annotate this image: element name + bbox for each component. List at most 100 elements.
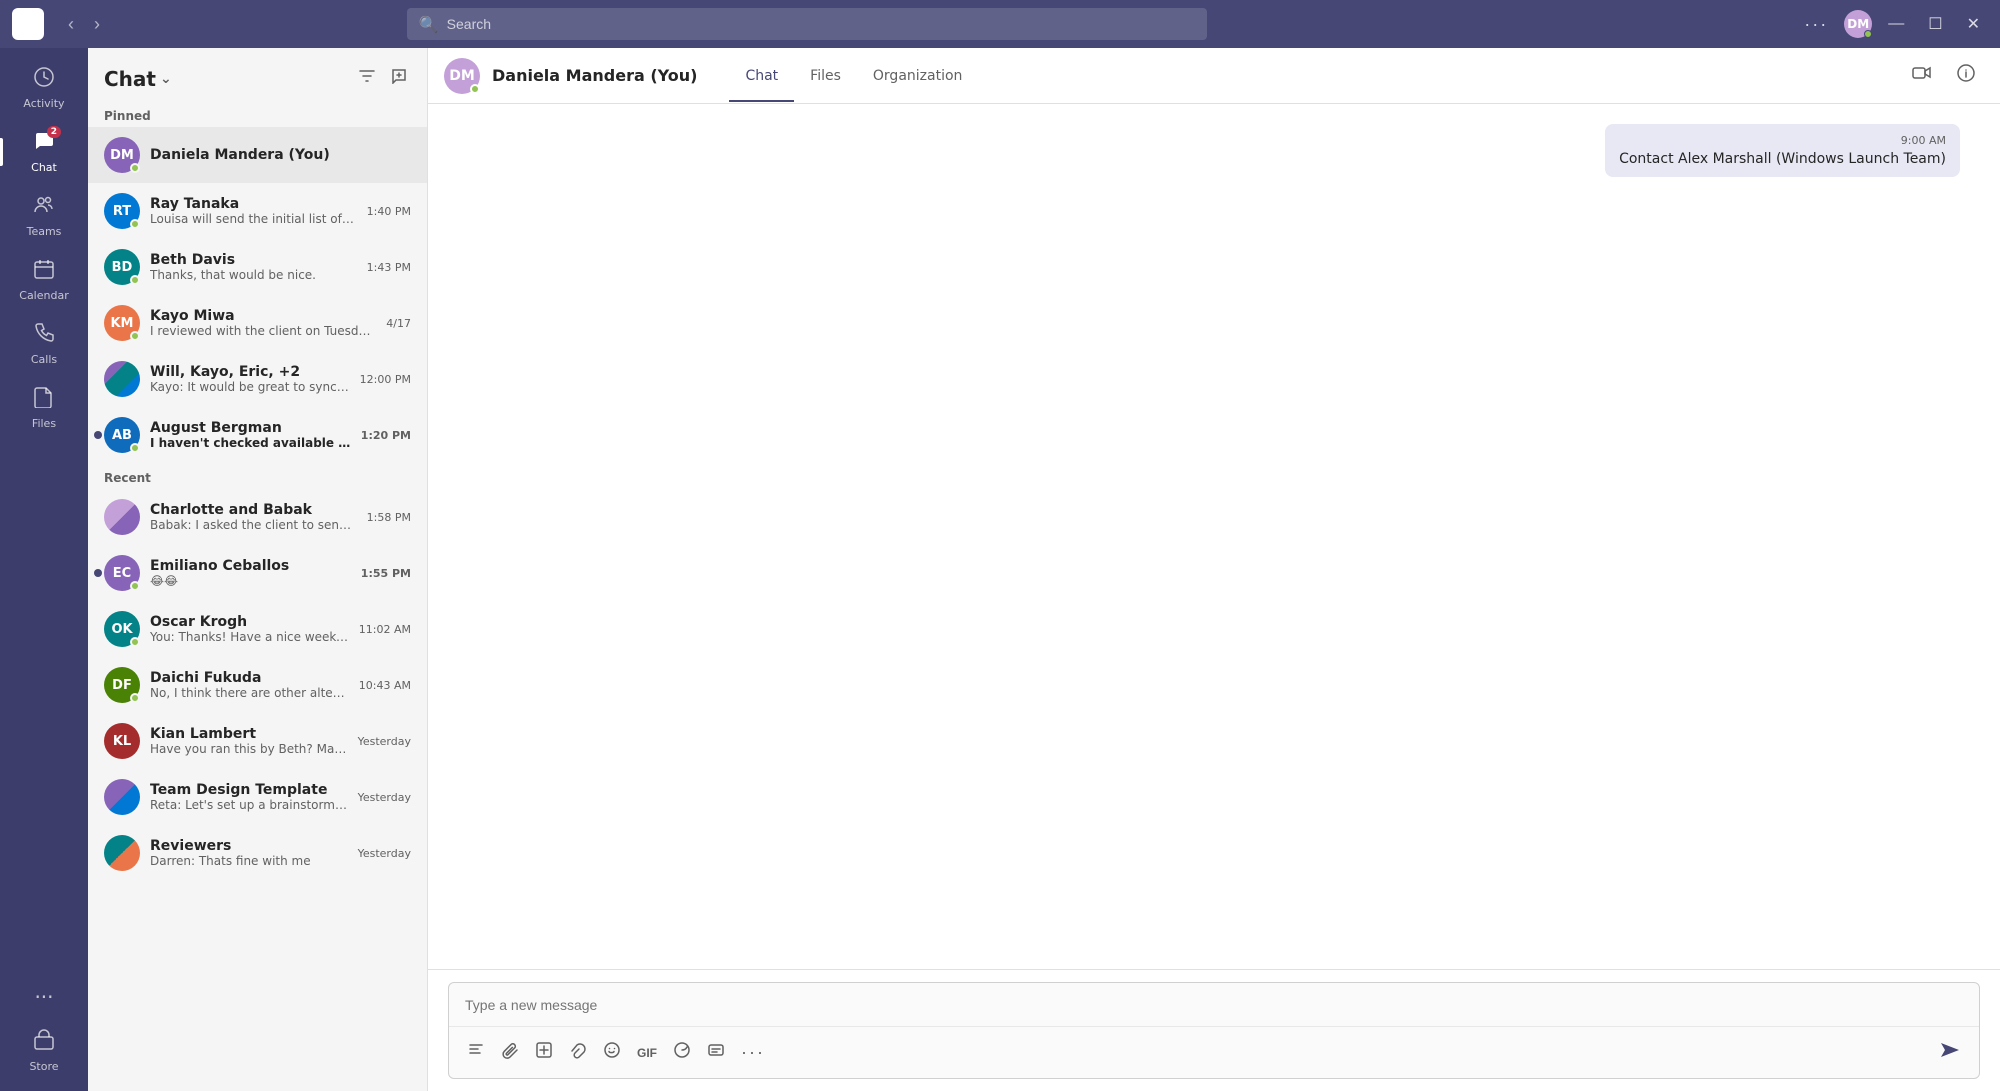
message-toolbar: GIF ··· [449, 1026, 1979, 1078]
sidebar-item-chat-label: Chat [31, 161, 57, 174]
filter-button[interactable] [355, 64, 379, 93]
sidebar-item-store[interactable]: Store [0, 1021, 88, 1081]
list-item[interactable]: Will, Kayo, Eric, +2 Kayo: It would be g… [88, 351, 427, 407]
avatar: KM [104, 305, 140, 341]
teams-icon [33, 194, 55, 221]
format-text-button[interactable] [461, 1037, 491, 1068]
chat-item-info: Daniela Mandera (You) [150, 147, 411, 163]
gif-button[interactable]: GIF [631, 1042, 663, 1064]
send-button[interactable] [1933, 1035, 1967, 1070]
chat-panel-title: Chat ⌄ [104, 67, 172, 91]
chat-header-name: Daniela Mandera (You) [492, 66, 697, 85]
chat-list: Pinned DM Daniela Mandera (You) RT Ray [88, 101, 427, 1091]
store-icon [33, 1029, 55, 1056]
tab-files[interactable]: Files [794, 52, 857, 102]
chat-header-tabs: Chat Files Organization [729, 51, 978, 101]
chat-item-info: Oscar Krogh You: Thanks! Have a nice wee… [150, 614, 349, 644]
chat-header-avatar: DM [444, 58, 480, 94]
search-icon: 🔍 [419, 15, 439, 34]
new-chat-button[interactable] [387, 64, 411, 93]
titlebar-actions: ··· DM — ☐ ✕ [1796, 10, 1988, 39]
list-item[interactable]: AB August Bergman I haven't checked avai… [88, 407, 427, 463]
status-dot [130, 637, 140, 647]
avatar: BD [104, 249, 140, 285]
forward-button[interactable]: › [86, 10, 108, 39]
tab-organization[interactable]: Organization [857, 52, 979, 102]
sidebar-item-activity[interactable]: Activity [0, 58, 88, 118]
list-item[interactable]: KL Kian Lambert Have you ran this by Bet… [88, 713, 427, 769]
calls-icon [33, 322, 55, 349]
sidebar-item-chat[interactable]: 2 Chat [0, 122, 88, 182]
titlebar: ‹ › 🔍 ··· DM — ☐ ✕ [0, 0, 2000, 48]
message-input-area: GIF ··· [428, 969, 2000, 1091]
more-options-button[interactable]: ··· [1796, 10, 1836, 39]
maximize-button[interactable]: ☐ [1920, 10, 1950, 38]
immersive-reader-button[interactable] [701, 1037, 731, 1068]
search-bar: 🔍 [407, 8, 1207, 40]
unread-indicator [94, 431, 102, 439]
chat-icon: 2 [33, 130, 55, 157]
sidebar-item-files-label: Files [32, 417, 56, 430]
more-options-toolbar-button[interactable]: ··· [735, 1038, 771, 1067]
sidebar-item-calls-label: Calls [31, 353, 57, 366]
list-item[interactable]: Reviewers Darren: Thats fine with me Yes… [88, 825, 427, 881]
message-item: 9:00 AM Contact Alex Marshall (Windows L… [1605, 124, 1960, 177]
chat-item-info: Charlotte and Babak Babak: I asked the c… [150, 502, 357, 532]
list-item[interactable]: DF Daichi Fukuda No, I think there are o… [88, 657, 427, 713]
activity-icon [33, 66, 55, 93]
list-item[interactable]: Team Design Template Reta: Let's set up … [88, 769, 427, 825]
sidebar-bottom: ··· Store [0, 975, 88, 1083]
chat-item-info: August Bergman I haven't checked availab… [150, 420, 351, 450]
list-item[interactable]: KM Kayo Miwa I reviewed with the client … [88, 295, 427, 351]
avatar: RT [104, 193, 140, 229]
sidebar-item-activity-label: Activity [23, 97, 64, 110]
minimize-button[interactable]: — [1880, 11, 1912, 37]
list-item[interactable]: Charlotte and Babak Babak: I asked the c… [88, 489, 427, 545]
back-button[interactable]: ‹ [60, 10, 82, 39]
close-button[interactable]: ✕ [1959, 10, 1988, 38]
app-logo [12, 8, 44, 40]
sidebar: Activity 2 Chat Teams [0, 48, 88, 1091]
search-input[interactable] [447, 16, 1195, 32]
avatar: DF [104, 667, 140, 703]
chat-title-chevron[interactable]: ⌄ [160, 71, 172, 87]
message-input[interactable] [465, 997, 1963, 1013]
sidebar-item-teams[interactable]: Teams [0, 186, 88, 246]
chat-badge: 2 [47, 126, 61, 138]
sidebar-item-calls[interactable]: Calls [0, 314, 88, 374]
chat-item-info: Beth Davis Thanks, that would be nice. [150, 252, 357, 282]
video-call-button[interactable] [1904, 59, 1940, 92]
emoji-button[interactable] [597, 1037, 627, 1068]
message-input-box: GIF ··· [448, 982, 1980, 1079]
user-avatar[interactable]: DM [1844, 10, 1872, 38]
list-item[interactable]: BD Beth Davis Thanks, that would be nice… [88, 239, 427, 295]
chat-panel-header: Chat ⌄ [88, 48, 427, 101]
tab-chat[interactable]: Chat [729, 52, 794, 102]
avatar: DM [104, 137, 140, 173]
info-button[interactable] [1948, 59, 1984, 92]
sidebar-item-teams-label: Teams [27, 225, 62, 238]
messages-area: 9:00 AM Contact Alex Marshall (Windows L… [428, 104, 2000, 969]
loop-button[interactable] [529, 1037, 559, 1068]
sticker-button[interactable] [667, 1037, 697, 1068]
status-dot [130, 693, 140, 703]
sidebar-item-files[interactable]: Files [0, 378, 88, 438]
list-item[interactable]: OK Oscar Krogh You: Thanks! Have a nice … [88, 601, 427, 657]
attach-button[interactable] [495, 1037, 525, 1068]
link-button[interactable] [563, 1037, 593, 1068]
sidebar-item-calendar[interactable]: Calendar [0, 250, 88, 310]
avatar: OK [104, 611, 140, 647]
chat-item-info: Will, Kayo, Eric, +2 Kayo: It would be g… [150, 364, 350, 394]
message-input-text [449, 983, 1979, 1026]
chat-item-info: Team Design Template Reta: Let's set up … [150, 782, 348, 812]
status-dot [130, 581, 140, 591]
recent-section-label: Recent [88, 463, 427, 489]
list-item[interactable]: RT Ray Tanaka Louisa will send the initi… [88, 183, 427, 239]
list-item[interactable]: EC Emiliano Ceballos 😂😂 1:55 PM [88, 545, 427, 601]
unread-indicator [94, 569, 102, 577]
list-item[interactable]: DM Daniela Mandera (You) [88, 127, 427, 183]
message-time: 9:00 AM [1619, 134, 1946, 147]
app-body: Activity 2 Chat Teams [0, 48, 2000, 1091]
chat-item-info: Kian Lambert Have you ran this by Beth? … [150, 726, 348, 756]
sidebar-item-more[interactable]: ··· [0, 977, 88, 1017]
